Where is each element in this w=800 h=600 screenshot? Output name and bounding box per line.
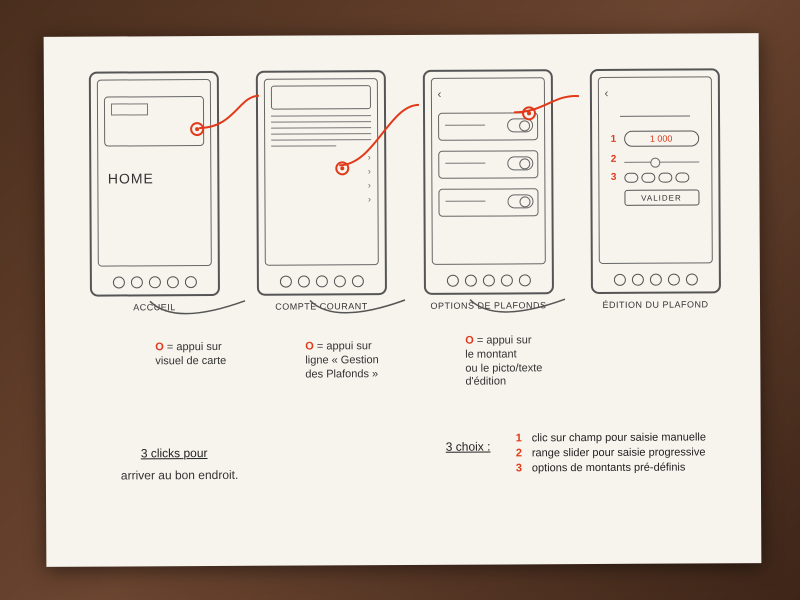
phone-edition: ‹ 1 1 000 2 3 xyxy=(585,68,725,349)
toggle-icon xyxy=(507,194,533,208)
back-icon[interactable]: ‹ xyxy=(437,87,441,101)
screen-content: ‹ xyxy=(430,77,545,265)
edit-options: 1 1 000 2 3 . VALIDER xyxy=(605,130,705,206)
home-label: HOME xyxy=(108,170,154,186)
phone-options: ‹ OPTIONS DE PLAFONDS xyxy=(418,69,558,350)
chevron-right-icon: › xyxy=(368,180,371,190)
nav-dots xyxy=(592,273,718,286)
presets-row[interactable]: 3 xyxy=(611,171,699,182)
card-visual[interactable] xyxy=(103,96,203,147)
choices-list: 1clic sur champ pour saisie manuelle 2ra… xyxy=(516,431,726,477)
range-slider xyxy=(624,161,699,162)
chevron-right-icon: › xyxy=(368,166,371,176)
amount-field: 1 000 xyxy=(624,130,699,146)
caption: COMPTE COURANT xyxy=(275,301,368,311)
nav-dots xyxy=(258,275,384,288)
toggle-icon xyxy=(507,118,533,132)
phone-frame: ‹ xyxy=(422,69,553,295)
option-row[interactable] xyxy=(438,150,538,179)
title-line xyxy=(620,115,690,116)
validate-row[interactable]: . VALIDER xyxy=(611,189,699,205)
phone-frame: HOME xyxy=(88,71,219,297)
screen-content: HOME xyxy=(96,79,211,267)
nav-dots xyxy=(91,276,217,289)
chevron-right-icon: › xyxy=(368,194,371,204)
preset-chips xyxy=(624,172,699,182)
summary-text: arriver au bon endroit. xyxy=(121,468,238,484)
nav-dots xyxy=(425,274,551,287)
paper-sheet: HOME ACCUEIL › xyxy=(44,33,762,567)
annotation-2: O = appui sur ligne « Gestion des Plafon… xyxy=(305,340,379,382)
menu-lines[interactable] xyxy=(271,115,371,147)
choices-title: 3 choix : xyxy=(446,440,491,454)
annotation-1: O = appui sur visuel de carte xyxy=(155,341,226,369)
caption: ÉDITION DU PLAFOND xyxy=(602,299,708,310)
tap-marker-icon[interactable] xyxy=(335,161,349,175)
phone-compte: › › › › COMPTE COURANT xyxy=(251,70,391,351)
back-icon[interactable]: ‹ xyxy=(604,86,608,100)
phone-accueil: HOME ACCUEIL xyxy=(84,71,224,352)
tap-marker-icon[interactable] xyxy=(190,122,204,136)
slider-row[interactable]: 2 xyxy=(611,153,699,164)
tap-marker-icon[interactable] xyxy=(521,106,535,120)
screen-content: › › › › xyxy=(263,78,378,266)
option-row[interactable] xyxy=(438,188,538,217)
toggle-icon xyxy=(507,156,533,170)
screen-content: ‹ 1 1 000 2 3 xyxy=(597,76,712,264)
annotation-3: O = appui sur le montant ou le picto/tex… xyxy=(465,334,542,389)
header-bar xyxy=(270,85,370,110)
wireframe-row: HOME ACCUEIL › xyxy=(84,68,725,351)
chevron-list: › › › › xyxy=(271,152,371,205)
chevron-right-icon: › xyxy=(368,152,371,162)
caption: OPTIONS DE PLAFONDS xyxy=(430,300,546,311)
summary-title: 3 clicks pour xyxy=(141,446,208,460)
amount-input-row[interactable]: 1 1 000 xyxy=(611,130,699,146)
validate-button: VALIDER xyxy=(624,189,699,205)
caption: ACCUEIL xyxy=(133,302,176,312)
phone-frame: › › › › xyxy=(255,70,386,296)
phone-frame: ‹ 1 1 000 2 3 xyxy=(589,68,720,294)
